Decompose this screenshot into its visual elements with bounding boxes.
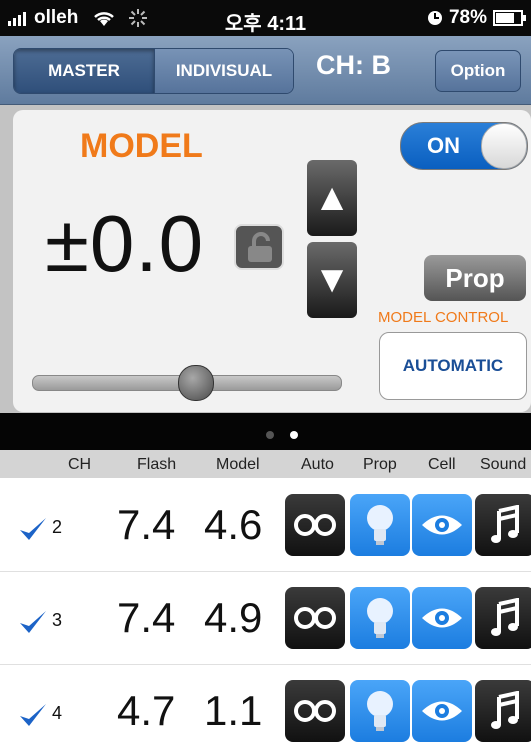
checkmark-icon[interactable]: [18, 702, 48, 728]
row-model: 4.6: [204, 501, 263, 548]
prop-toggle[interactable]: [350, 494, 410, 556]
music-note-icon: [491, 598, 519, 636]
checkmark-icon[interactable]: [18, 609, 48, 635]
row-model: 4.9: [204, 594, 263, 641]
prop-button[interactable]: Prop: [424, 255, 526, 301]
lightbulb-icon: [367, 691, 393, 731]
eye-icon: [422, 701, 462, 721]
battery-icon: [493, 10, 526, 26]
header-flash: Flash: [137, 456, 177, 473]
prop-toggle[interactable]: [350, 587, 410, 649]
mode-segmented-control: MASTER INDIVISUAL: [13, 48, 294, 94]
infinity-icon: [294, 607, 336, 629]
checkmark-icon[interactable]: [18, 516, 48, 542]
auto-toggle[interactable]: [285, 494, 345, 556]
auto-toggle[interactable]: [285, 587, 345, 649]
model-value: ±0.0: [45, 199, 205, 288]
channel-title: CH: B: [316, 50, 391, 80]
value-slider-knob[interactable]: [178, 365, 214, 401]
indivisual-tab[interactable]: INDIVISUAL: [154, 49, 293, 93]
table-header: CH Flash Model Auto Prop Cell Sound: [0, 450, 531, 478]
header-sound: Sound: [480, 456, 527, 473]
music-note-icon: [491, 505, 519, 543]
sound-toggle[interactable]: [475, 587, 531, 649]
toggle-label: ON: [427, 133, 460, 158]
decrement-button[interactable]: ▼: [307, 242, 357, 318]
eye-icon: [422, 515, 462, 535]
model-label: MODEL: [80, 127, 203, 165]
header-model: Model: [216, 456, 260, 473]
row-flash: 7.4: [117, 501, 176, 548]
header-prop: Prop: [363, 456, 397, 473]
cell-toggle[interactable]: [412, 587, 472, 649]
table-row[interactable]: 2 7.4 4.6: [0, 479, 531, 572]
page-indicator-bar: [0, 413, 531, 450]
increment-button[interactable]: ▲: [307, 160, 357, 236]
header-cell: Cell: [428, 456, 456, 473]
lightbulb-icon: [367, 598, 393, 638]
master-tab[interactable]: MASTER: [14, 49, 154, 93]
automatic-button[interactable]: AUTOMATIC: [379, 332, 527, 400]
infinity-icon: [294, 700, 336, 722]
row-channel: 4: [52, 703, 63, 723]
row-flash: 4.7: [117, 687, 176, 734]
nav-bar: MASTER INDIVISUAL CH: B Option: [0, 36, 531, 105]
option-button[interactable]: Option: [435, 50, 521, 92]
header-auto: Auto: [301, 456, 334, 473]
row-channel: 2: [52, 517, 63, 537]
page-dot-1[interactable]: [266, 431, 274, 439]
lightbulb-icon: [367, 505, 393, 545]
table-row[interactable]: 3 7.4 4.9: [0, 572, 531, 665]
battery-status: 78%: [427, 7, 526, 29]
status-bar: olleh 오후 4:11 78%: [0, 0, 531, 36]
battery-percent: 78%: [448, 7, 487, 28]
clock-icon: [427, 11, 442, 25]
music-note-icon: [491, 691, 519, 729]
row-model: 1.1: [204, 687, 263, 734]
table-row[interactable]: 4 4.7 1.1: [0, 665, 531, 742]
page-dot-2[interactable]: [290, 431, 298, 439]
toggle-knob: [481, 123, 527, 169]
header-ch: CH: [68, 456, 92, 473]
cell-toggle[interactable]: [412, 494, 472, 556]
row-channel: 3: [52, 610, 63, 630]
infinity-icon: [294, 514, 336, 536]
lock-button[interactable]: [234, 224, 284, 270]
lock-icon: [248, 232, 272, 262]
sound-toggle[interactable]: [475, 494, 531, 556]
row-flash: 7.4: [117, 594, 176, 641]
on-off-toggle[interactable]: ON: [400, 122, 528, 170]
eye-icon: [422, 608, 462, 628]
model-control-label: MODEL CONTROL: [378, 309, 509, 326]
